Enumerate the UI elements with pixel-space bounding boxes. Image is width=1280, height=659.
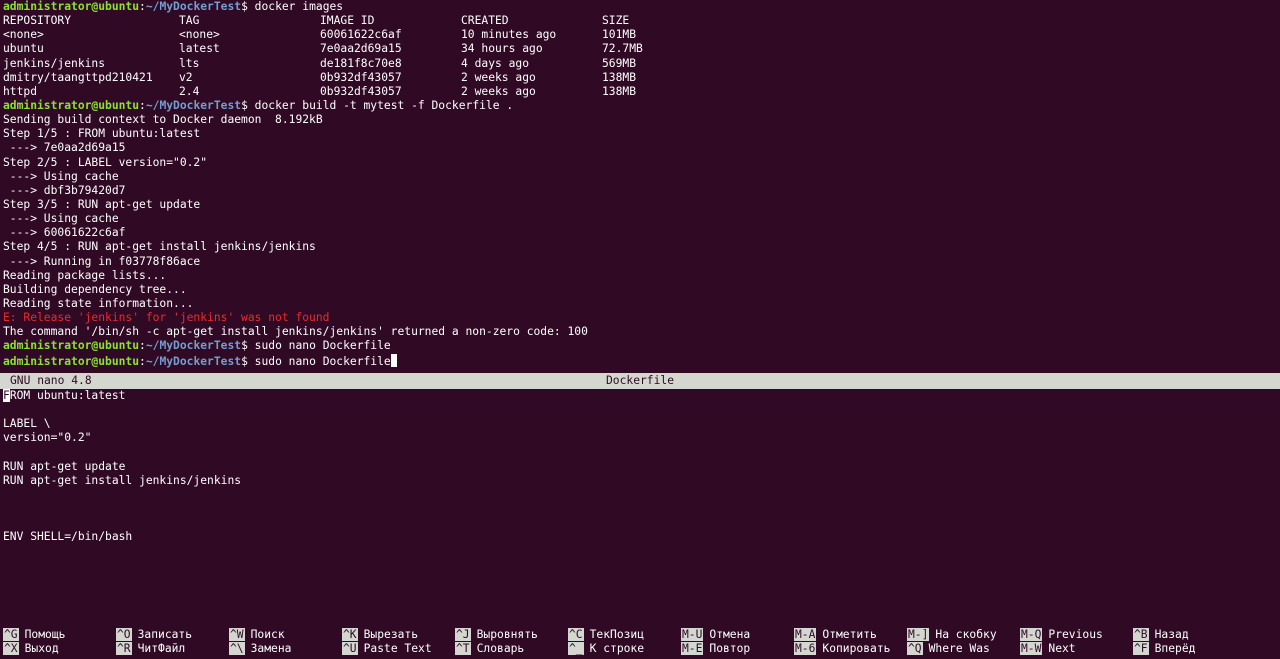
shortcut-back[interactable]: ^B Назад bbox=[1133, 628, 1189, 642]
editor-line[interactable]: FROM ubuntu:latest bbox=[0, 389, 1280, 403]
editor-line[interactable] bbox=[0, 488, 1280, 502]
shortcut-mark[interactable]: M-A Отметить bbox=[794, 628, 877, 642]
shortcut-copy[interactable]: M-6 Копировать bbox=[794, 642, 890, 656]
nano-editor[interactable]: Dockerfile GNU nano 4.8 FROM ubuntu:late… bbox=[0, 373, 1280, 659]
editor-line[interactable] bbox=[0, 516, 1280, 530]
shortcut-go-to-line[interactable]: ^_ К строке bbox=[568, 642, 644, 656]
table-row: httpd 2.4 0b932df43057 2 weeks ago 138MB bbox=[3, 84, 637, 98]
shortcut-cur-pos[interactable]: ^C ТекПозиц bbox=[568, 628, 644, 642]
command-text: sudo nano Dockerfile bbox=[247, 339, 391, 353]
table-row: jenkins/jenkins lts de181f8c70e8 4 days ago… bbox=[3, 56, 637, 70]
shortcut-next[interactable]: M-W Next bbox=[1020, 642, 1076, 656]
build-result-line: The command '/bin/sh -c apt-get install … bbox=[3, 325, 588, 339]
editor-line[interactable]: ENV SHELL=/bin/bash bbox=[0, 530, 1280, 544]
shortcut-redo[interactable]: M-E Повтор bbox=[681, 642, 750, 656]
table-row: <none> <none> 60061622c6af 10 minutes ago 10… bbox=[3, 28, 637, 42]
nano-title-bar: Dockerfile GNU nano 4.8 bbox=[0, 373, 1280, 389]
editor-line[interactable] bbox=[0, 446, 1280, 460]
shortcut-row-2: ^X Выход ^R ЧитФайл ^\ Замена ^U Paste Text … bbox=[0, 642, 1280, 656]
terminal-output[interactable]: administrator@ubuntu:~/MyDockerTest$ doc… bbox=[0, 0, 1280, 373]
prompt-user: administrator@ubuntu bbox=[3, 354, 140, 368]
build-output-line: Reading state information... bbox=[3, 296, 194, 310]
build-output-line: Step 3/5 : RUN apt-get update bbox=[3, 197, 201, 211]
build-output-line: Building dependency tree... bbox=[3, 282, 187, 296]
build-output-line: ---> 7e0aa2d69a15 bbox=[3, 141, 126, 155]
prompt-line-build: administrator@ubuntu:~/MyDockerTest$ doc… bbox=[3, 98, 514, 112]
header-size: SIZE bbox=[602, 14, 630, 28]
editor-line[interactable]: RUN apt-get install jenkins/jenkins bbox=[0, 474, 1280, 488]
editor-line[interactable] bbox=[0, 502, 1280, 516]
prompt-line-images: administrator@ubuntu:~/MyDockerTest$ doc… bbox=[3, 0, 344, 13]
shortcut-help[interactable]: ^G Помощь bbox=[3, 628, 65, 642]
nano-version: GNU nano 4.8 bbox=[10, 374, 92, 387]
editor-line[interactable]: version="0.2" bbox=[0, 431, 1280, 445]
prompt-path: ~/MyDockerTest bbox=[145, 98, 242, 112]
command-text: sudo nano Dockerfile bbox=[247, 354, 391, 368]
prompt-line-nano: administrator@ubuntu:~/MyDockerTest$ sud… bbox=[3, 339, 391, 353]
prompt-path: ~/MyDockerTest bbox=[145, 354, 242, 368]
images-header-row: REPOSITORY TAG IMAGE ID CREATED SIZE bbox=[0, 14, 1280, 28]
build-output-line: ---> 60061622c6af bbox=[3, 226, 126, 240]
editor-line[interactable]: RUN apt-get update bbox=[0, 460, 1280, 474]
build-output-line: Step 1/5 : FROM ubuntu:latest bbox=[3, 127, 201, 141]
shortcut-justify[interactable]: ^J Выровнять bbox=[455, 628, 538, 642]
command-text: docker images bbox=[247, 0, 344, 13]
shortcut-exit[interactable]: ^X Выход bbox=[3, 642, 59, 656]
header-created: CREATED bbox=[461, 14, 509, 28]
nano-shortcut-bar: ^G Помощь ^O Записать ^W Поиск ^K Вырезать ^… bbox=[0, 628, 1280, 658]
prompt-user: administrator@ubuntu bbox=[3, 339, 140, 353]
error-message: E: Release 'jenkins' for 'jenkins' was n… bbox=[3, 311, 330, 325]
nano-edit-area[interactable]: FROM ubuntu:latest LABEL \ version="0.2"… bbox=[0, 389, 1280, 627]
shortcut-paste[interactable]: ^U Paste Text bbox=[342, 642, 432, 656]
prompt-path: ~/MyDockerTest bbox=[145, 0, 242, 13]
editor-line[interactable]: LABEL \ bbox=[0, 417, 1280, 431]
build-output-line: Step 2/5 : LABEL version="0.2" bbox=[3, 155, 208, 169]
shortcut-read-file[interactable]: ^R ЧитФайл bbox=[116, 642, 185, 656]
prompt-line-nano-active[interactable]: administrator@ubuntu:~/MyDockerTest$ sud… bbox=[0, 353, 1280, 368]
prompt-user: administrator@ubuntu bbox=[3, 0, 140, 13]
editor-cursor: F bbox=[3, 389, 10, 402]
shortcut-where-is[interactable]: ^W Поиск bbox=[229, 628, 285, 642]
table-row: dmitry/taangttpd210421 v2 0b932df43057 2 we… bbox=[3, 70, 637, 84]
build-output-line: ---> Running in f03778f86ace bbox=[3, 254, 201, 268]
shortcut-row-1: ^G Помощь ^O Записать ^W Поиск ^K Вырезать ^… bbox=[0, 628, 1280, 642]
shortcut-undo[interactable]: M-U Отмена bbox=[681, 628, 750, 642]
prompt-user: administrator@ubuntu bbox=[3, 98, 140, 112]
shortcut-replace[interactable]: ^\ Замена bbox=[229, 642, 291, 656]
editor-line[interactable] bbox=[0, 403, 1280, 417]
header-image-id: IMAGE ID bbox=[320, 14, 375, 28]
build-output-line: Sending build context to Docker daemon 8… bbox=[3, 113, 323, 127]
header-tag: TAG bbox=[179, 14, 200, 28]
shortcut-cut[interactable]: ^K Вырезать bbox=[342, 628, 418, 642]
build-output-line: Reading package lists... bbox=[3, 268, 167, 282]
shortcut-where-was[interactable]: ^Q Where Was bbox=[907, 642, 990, 656]
shortcut-write-out[interactable]: ^O Записать bbox=[116, 628, 192, 642]
command-text: docker build -t mytest -f Dockerfile . bbox=[247, 98, 514, 112]
build-output-line: Step 4/5 : RUN apt-get install jenkins/j… bbox=[3, 240, 316, 254]
table-row: ubuntu latest 7e0aa2d69a15 34 hours ago 72.7… bbox=[3, 42, 643, 56]
shortcut-forward[interactable]: ^F Вперёд bbox=[1133, 642, 1195, 656]
build-output-line: ---> dbf3b79420d7 bbox=[3, 183, 126, 197]
shortcut-spell[interactable]: ^T Словарь bbox=[455, 642, 524, 656]
build-output-line: ---> Using cache bbox=[3, 212, 119, 226]
terminal-cursor bbox=[390, 353, 397, 367]
shortcut-previous[interactable]: M-Q Previous bbox=[1020, 628, 1103, 642]
prompt-path: ~/MyDockerTest bbox=[145, 339, 242, 353]
nano-filename: Dockerfile bbox=[605, 374, 674, 387]
header-repository: REPOSITORY bbox=[3, 14, 72, 28]
build-output-line: ---> Using cache bbox=[3, 169, 119, 183]
shortcut-to-bracket[interactable]: M-] На скобку bbox=[907, 628, 997, 642]
